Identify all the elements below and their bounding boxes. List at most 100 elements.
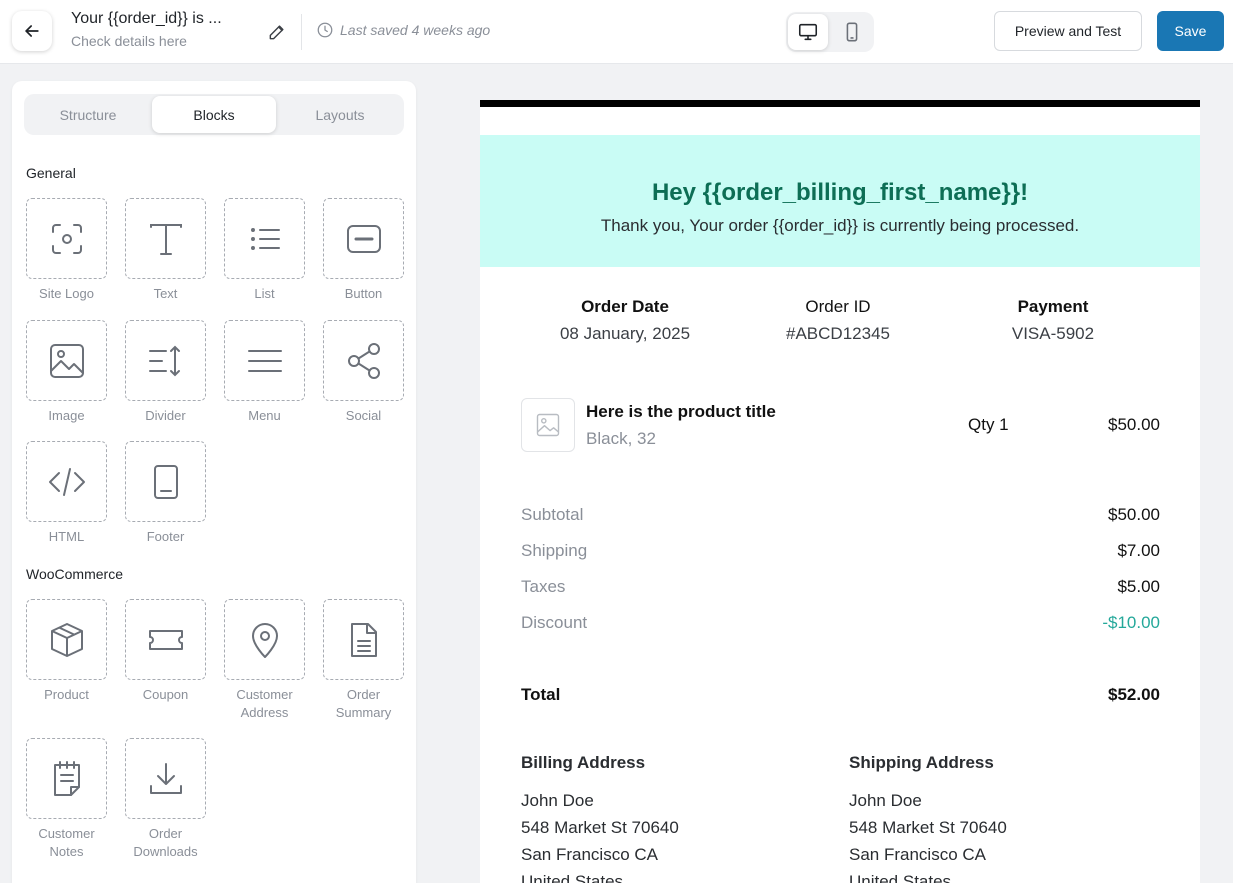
billing-name: John Doe [521,791,594,810]
order-id-value: #ABCD12345 [786,324,890,343]
ticket-icon [148,629,183,650]
document-subtitle: Check details here [71,33,187,49]
tab-structure[interactable]: Structure [26,96,150,133]
image-placeholder-icon [536,413,560,437]
block-html[interactable]: HTML [26,441,107,546]
summary-value: $5.00 [1117,577,1160,596]
blocks-sidebar: Structure Blocks Layouts General Site Lo… [12,81,416,883]
block-list[interactable]: List [224,198,305,303]
save-button[interactable]: Save [1157,11,1224,51]
block-order-downloads[interactable]: Order Downloads [125,738,206,861]
email-intro: Thank you, Your order {{order_id}} is cu… [600,216,1080,235]
footer-icon [153,464,178,499]
block-customer-notes[interactable]: Customer Notes [26,738,107,861]
section-title-general: General [26,165,76,181]
summary-value: -$10.00 [1102,613,1160,632]
block-product[interactable]: Product [26,599,107,704]
order-id-column: Order ID #ABCD12345 [728,297,948,344]
map-pin-icon [251,622,278,658]
billing-city: San Francisco CA [521,845,658,864]
billing-country: United States [521,872,624,883]
block-text[interactable]: Text [125,198,206,303]
desktop-icon [798,23,818,41]
device-toggle [786,12,874,52]
block-label: Button [344,286,383,301]
edit-title-button[interactable] [265,20,289,44]
product-image-placeholder [521,398,575,452]
billing-address: Billing Address John Doe 548 Market St 7… [521,753,821,883]
block-social[interactable]: Social [323,320,404,425]
shipping-city: San Francisco CA [849,845,986,864]
total-value: $52.00 [1108,685,1160,704]
block-button[interactable]: Button [323,198,404,303]
product-variant: Black, 32 [586,429,656,448]
summary-label: Taxes [521,577,566,596]
back-button[interactable] [12,11,52,51]
block-label: Coupon [142,687,189,702]
order-id-label: Order ID [805,297,871,316]
divider [301,14,302,50]
download-icon [149,762,182,794]
block-divider[interactable]: Divider [125,320,206,425]
product-title: Here is the product title [586,402,776,421]
block-image[interactable]: Image [26,320,107,425]
shipping-address-title: Shipping Address [849,753,994,772]
code-icon [48,467,85,496]
billing-address-title: Billing Address [521,753,646,772]
block-label: Image [48,408,85,423]
payment-column: Payment VISA-5902 [943,297,1163,344]
block-label: Social [345,408,382,423]
order-date-column: Order Date 08 January, 2025 [515,297,735,344]
shipping-street: 548 Market St 70640 [849,818,1007,837]
tab-blocks[interactable]: Blocks [152,96,276,133]
block-label: Product [44,687,89,702]
order-date-label: Order Date [581,297,669,316]
shipping-country: United States [849,872,952,883]
preview-and-test-button[interactable]: Preview and Test [994,11,1142,51]
product-price: $50.00 [1108,415,1160,434]
share-icon [347,342,380,379]
email-heading: Hey {{order_billing_first_name}}! [651,179,1029,206]
last-saved-text: Last saved 4 weeks ago [340,22,491,38]
site-logo-icon [51,223,82,254]
product-qty: Qty 1 [968,415,1009,434]
email-hero[interactable]: Hey {{order_billing_first_name}}! Thank … [480,135,1200,267]
clock-icon [317,22,333,38]
mobile-view-button[interactable] [832,14,872,50]
billing-street: 548 Market St 70640 [521,818,679,837]
document-icon [350,622,377,657]
arrow-left-icon [25,25,39,37]
email-top-border [480,100,1200,107]
block-label: Customer Address [236,687,293,720]
mobile-icon [846,22,858,42]
summary-row-subtotal: Subtotal $50.00 [521,505,1160,527]
order-date-value: 08 January, 2025 [559,324,691,343]
block-site-logo[interactable]: Site Logo [26,198,107,303]
summary-value: $7.00 [1117,541,1160,560]
block-customer-address[interactable]: Customer Address [224,599,305,722]
block-footer[interactable]: Footer [125,441,206,546]
block-coupon[interactable]: Coupon [125,599,206,704]
last-saved-status: Last saved 4 weeks ago [316,21,490,39]
email-preview[interactable]: Hey {{order_billing_first_name}}! Thank … [480,100,1200,883]
document-title-area: Your {{order_id}} is ... Check details h… [71,10,251,49]
menu-icon [247,349,282,372]
desktop-view-button[interactable] [788,14,828,50]
block-menu[interactable]: Menu [224,320,305,425]
block-label: Text [153,286,178,301]
block-label: Menu [248,408,281,423]
image-icon [49,343,84,378]
total-label: Total [521,685,561,704]
section-title-woocommerce: WooCommerce [26,566,123,582]
notes-icon [53,760,80,796]
summary-label: Discount [521,613,588,632]
tab-layouts[interactable]: Layouts [278,96,402,133]
summary-row-taxes: Taxes $5.00 [521,577,1160,599]
block-order-summary[interactable]: Order Summary [323,599,404,722]
block-label: HTML [48,529,85,544]
box-icon [50,622,83,657]
text-icon [149,223,182,255]
button-icon [346,224,381,253]
shipping-address: Shipping Address John Doe 548 Market St … [849,753,1149,883]
block-label: Order Downloads [133,826,198,859]
